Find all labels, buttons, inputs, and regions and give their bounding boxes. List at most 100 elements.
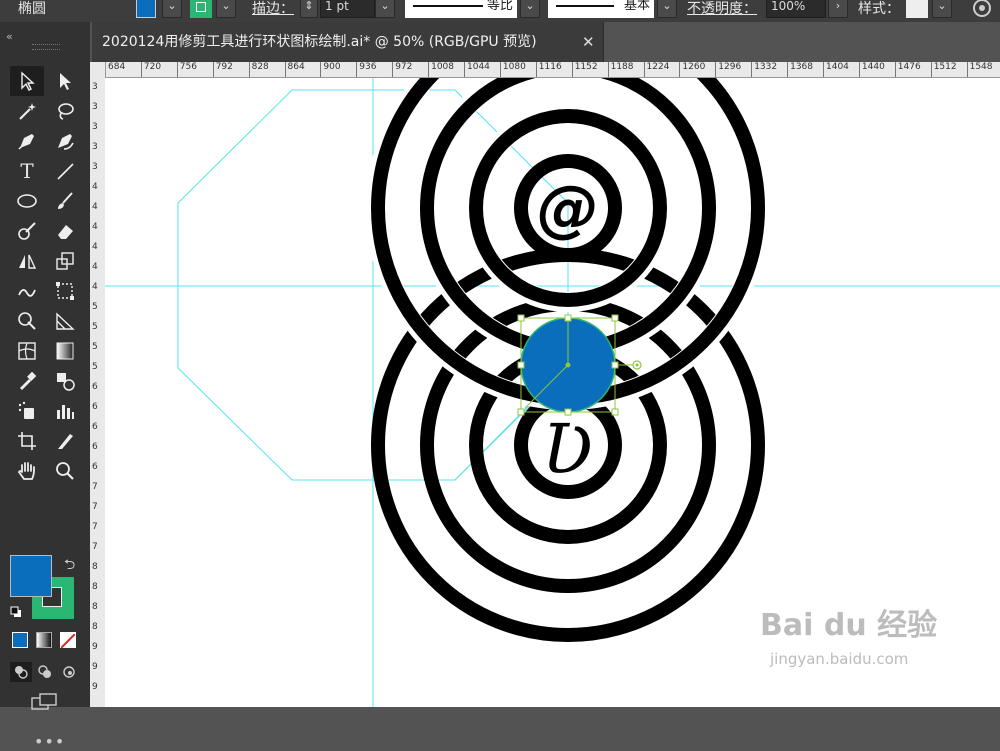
- panel-grip[interactable]: [32, 44, 60, 50]
- stroke-dropdown[interactable]: ⌄: [216, 0, 236, 18]
- direct-selection-tool-icon[interactable]: [48, 66, 82, 96]
- ruler-tick: 8: [92, 602, 98, 612]
- at-glyph[interactable]: @: [537, 172, 599, 245]
- eraser-tool-icon[interactable]: [48, 216, 82, 246]
- brush-definition[interactable]: 基本: [548, 0, 654, 18]
- line-segment-tool-icon[interactable]: [48, 156, 82, 186]
- ruler-tick: 756: [176, 62, 213, 77]
- ruler-tick: 8: [92, 582, 98, 592]
- draw-normal-icon[interactable]: [10, 662, 32, 682]
- ruler-tick: 1548: [966, 62, 1000, 77]
- warp-tool-icon[interactable]: [10, 276, 44, 306]
- magic-wand-tool-icon[interactable]: [10, 96, 44, 126]
- free-transform-tool-icon[interactable]: [48, 276, 82, 306]
- ruler-tick: 9: [92, 662, 98, 672]
- ruler-tick: 7: [92, 542, 98, 552]
- edit-toolbar-icon[interactable]: •••: [34, 732, 65, 751]
- ruler-tick: 936: [356, 62, 392, 77]
- ruler-tick: 1188: [607, 62, 644, 77]
- eyedropper-tool-icon[interactable]: [10, 366, 44, 396]
- draw-inside-icon[interactable]: [58, 662, 80, 682]
- graphic-style-swatch[interactable]: [906, 0, 928, 18]
- curvature-tool-icon[interactable]: [48, 126, 82, 156]
- ruler-tick: 3: [92, 122, 98, 132]
- style-dropdown[interactable]: ⌄: [932, 0, 952, 18]
- draw-behind-icon[interactable]: [34, 662, 56, 682]
- ruler-tick: 3: [92, 142, 98, 152]
- ruler-tick: 5: [92, 342, 98, 352]
- profile-dropdown[interactable]: ⌄: [520, 0, 540, 18]
- lasso-tool-icon[interactable]: [48, 96, 82, 126]
- ruler-tick: 7: [92, 502, 98, 512]
- ruler-tick: 8: [92, 562, 98, 572]
- ruler-tick: 1152: [571, 62, 608, 77]
- column-graph-tool-icon[interactable]: [48, 396, 82, 426]
- ruler-tick: 8: [92, 622, 98, 632]
- gradient-tool-icon[interactable]: [48, 336, 82, 366]
- scale-tool-icon[interactable]: [48, 246, 82, 276]
- ruler-tick: 4: [92, 242, 98, 252]
- stroke-weight-dropdown[interactable]: ⌄: [375, 0, 395, 18]
- ruler-tick: 3: [92, 82, 98, 92]
- stroke-weight-field[interactable]: 1 pt: [320, 0, 375, 18]
- shape-builder-tool-icon[interactable]: [10, 306, 44, 336]
- ruler-tick: 7: [92, 522, 98, 532]
- swap-fill-stroke-icon[interactable]: ⮌: [64, 554, 75, 578]
- paintbrush-tool-icon[interactable]: [48, 186, 82, 216]
- stroke-label[interactable]: 描边：: [252, 0, 294, 22]
- tools-panel: T ⮌ •••: [0, 62, 90, 751]
- stroke-stepper[interactable]: ⇕: [300, 0, 318, 18]
- blend-tool-icon[interactable]: [48, 366, 82, 396]
- vertical-ruler[interactable]: 3 3 3 3 3 4 4 4 4 4 4 5 5 5 5 6 6 6 6 6 7 7 7 7 8 8 8 8 9 9 9: [90, 62, 106, 707]
- ruler-tick: 1368: [787, 62, 823, 77]
- shaper-tool-icon[interactable]: [10, 216, 44, 246]
- variable-width-profile[interactable]: 等比: [405, 0, 517, 18]
- zoom-tool-icon[interactable]: [48, 456, 82, 486]
- ruler-tick: 6: [92, 382, 98, 392]
- ellipse-tool-icon[interactable]: [10, 186, 44, 216]
- style-label: 样式：: [858, 1, 900, 17]
- ruler-tick: 1080: [499, 62, 536, 77]
- gradient-mode-icon[interactable]: [36, 632, 52, 648]
- ruler-tick: 4: [92, 182, 98, 192]
- none-mode-icon[interactable]: [60, 632, 76, 649]
- ruler-tick: 1044: [464, 62, 500, 77]
- pen-tool-icon[interactable]: [10, 126, 44, 156]
- perspective-grid-tool-icon[interactable]: [48, 306, 82, 336]
- fill-dropdown[interactable]: ⌄: [162, 0, 182, 18]
- color-mode-icon[interactable]: [12, 632, 28, 648]
- default-fill-stroke-icon[interactable]: [10, 606, 22, 618]
- mesh-tool-icon[interactable]: [10, 336, 44, 366]
- close-tab-icon[interactable]: ✕: [582, 22, 600, 62]
- artboard-tool-icon[interactable]: [10, 426, 44, 456]
- stroke-swatch[interactable]: [190, 0, 212, 18]
- opacity-arrow[interactable]: ›: [828, 0, 848, 18]
- horizontal-ruler[interactable]: 684 720 756 792 828 864 900 936 972 1008 1044 1080 1…: [105, 62, 1000, 78]
- ruler-tick: 4: [92, 282, 98, 292]
- selection-tool-icon[interactable]: [10, 66, 44, 96]
- bottom-glyph[interactable]: Ʋ: [542, 411, 594, 490]
- document-tab[interactable]: 2020124用修剪工具进行环状图标绘制.ai* @ 50% (RGB/GPU …: [92, 22, 604, 62]
- ruler-tick: 3: [92, 102, 98, 112]
- slice-tool-icon[interactable]: [48, 426, 82, 456]
- ruler-tick: 6: [92, 422, 98, 432]
- type-tool-icon[interactable]: T: [10, 156, 44, 186]
- symbol-sprayer-tool-icon[interactable]: [10, 396, 44, 426]
- collapse-icon[interactable]: «: [6, 30, 13, 43]
- ruler-tick: 5: [92, 322, 98, 332]
- hand-tool-icon[interactable]: [10, 456, 44, 486]
- screen-mode-icon[interactable]: [30, 692, 60, 712]
- ruler-tick: 6: [92, 442, 98, 452]
- ruler-tick: 1224: [643, 62, 680, 77]
- brush-dropdown[interactable]: ⌄: [657, 0, 677, 18]
- ruler-tick: 1332: [751, 62, 787, 77]
- opacity-field[interactable]: 100%: [766, 0, 826, 18]
- reflect-tool-icon[interactable]: [10, 246, 44, 276]
- opacity-label[interactable]: 不透明度：: [687, 0, 757, 22]
- control-bar: 椭圆 ⌄ ⌄ 描边： ⇕ 1 pt ⌄ 等比 ⌄ 基本 ⌄ 不透明度： 100%…: [0, 0, 1000, 23]
- recolor-artwork-icon[interactable]: [972, 0, 992, 20]
- ruler-tick: 4: [92, 222, 98, 232]
- fill-color-box[interactable]: [10, 555, 52, 597]
- ruler-tick: 900: [320, 62, 356, 77]
- fill-swatch[interactable]: [136, 0, 156, 18]
